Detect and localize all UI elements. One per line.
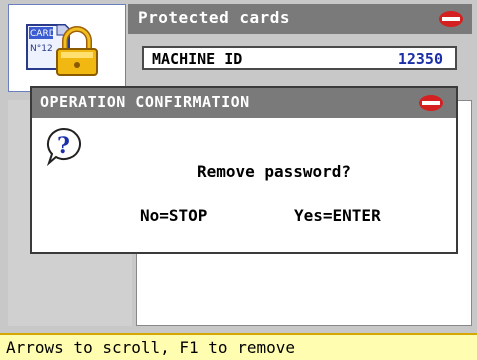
question-icon: ? xyxy=(46,127,81,166)
page-title: Protected cards xyxy=(138,8,290,27)
svg-text:?: ? xyxy=(57,133,70,159)
protected-card-icon-panel: CARD N°12 xyxy=(8,4,126,92)
operation-confirmation-dialog: OPERATION CONFIRMATION ? Remove password… xyxy=(30,86,458,254)
status-hint-text: Arrows to scroll, F1 to remove xyxy=(6,338,295,357)
yes-enter-option[interactable]: Yes=ENTER xyxy=(294,206,381,225)
dialog-message: Remove password? xyxy=(196,162,352,181)
dialog-title: OPERATION CONFIRMATION xyxy=(40,93,250,111)
machine-id-label: MACHINE ID xyxy=(152,50,243,68)
card-lock-icon: CARD N°12 xyxy=(26,24,98,76)
machine-id-field: MACHINE ID 12350 xyxy=(142,46,457,70)
machine-id-value: 12350 xyxy=(397,50,443,68)
no-stop-option[interactable]: No=STOP xyxy=(140,206,207,225)
card-icon-text-top: CARD xyxy=(30,29,56,39)
brand-logo-icon xyxy=(439,11,463,27)
status-bar: Arrows to scroll, F1 to remove xyxy=(0,333,477,360)
dialog-title-bar: OPERATION CONFIRMATION xyxy=(32,88,456,118)
brand-logo-icon xyxy=(419,95,443,111)
header-title-bar: Protected cards xyxy=(128,4,472,34)
card-icon-text-bottom: N°12 xyxy=(30,44,53,54)
